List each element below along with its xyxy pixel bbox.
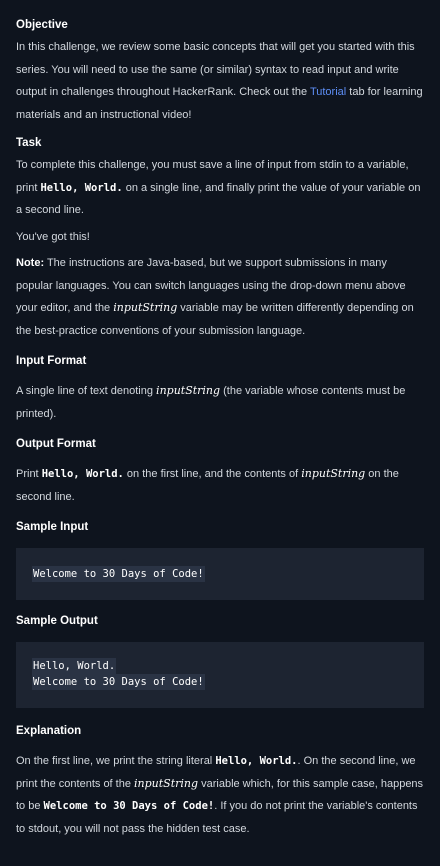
encouragement-text: You've got this! <box>16 230 90 243</box>
sample-output-heading: Sample Output <box>16 615 98 627</box>
output-format-text-mid: on the first line, and the contents of <box>123 468 302 480</box>
output-format-variable: inputString <box>301 467 366 480</box>
objective-text: In this challenge, we review some basic … <box>16 36 424 126</box>
problem-statement: Objective In this challenge, we review s… <box>0 0 440 840</box>
objective-heading: Objective <box>16 19 68 31</box>
explanation-inline-code: Hello, World. <box>215 755 298 767</box>
explanation-inline-code: Welcome to 30 Days of Code! <box>43 800 215 812</box>
tutorial-link[interactable]: Tutorial <box>310 86 346 98</box>
explanation-text: On the first line, we print the string l… <box>16 750 424 840</box>
explanation-variable: inputString <box>134 776 199 790</box>
input-format-text: A single line of text denoting inputStri… <box>16 380 424 425</box>
task-inline-code: Hello, World. <box>40 181 123 194</box>
note-label: Note: <box>16 257 45 269</box>
input-format-variable: inputString <box>156 384 221 397</box>
task-heading: Task <box>16 137 42 149</box>
output-format-text-part: Print <box>16 468 42 480</box>
sample-output-line: Hello, World. <box>32 658 117 674</box>
output-format-text: Print Hello, World. on the first line, a… <box>16 463 424 508</box>
note-variable: inputString <box>113 301 178 314</box>
input-format-text-part: A single line of text denoting <box>16 385 157 397</box>
explanation-text-part: On the first line, we print the string l… <box>16 755 216 767</box>
explanation-heading: Explanation <box>16 725 82 737</box>
sample-output-block: Hello, World. Welcome to 30 Days of Code… <box>16 642 424 708</box>
output-format-inline-code: Hello, World. <box>41 468 124 480</box>
task-text: To complete this challenge, you must sav… <box>16 154 424 222</box>
sample-input-line: Welcome to 30 Days of Code! <box>32 566 205 582</box>
sample-input-block: Welcome to 30 Days of Code! <box>16 548 424 600</box>
output-format-heading: Output Format <box>16 438 96 450</box>
input-format-heading: Input Format <box>16 355 87 367</box>
sample-output-line: Welcome to 30 Days of Code! <box>32 674 205 690</box>
sample-input-heading: Sample Input <box>16 521 89 533</box>
note-text: Note: The instructions are Java-based, b… <box>16 252 424 342</box>
